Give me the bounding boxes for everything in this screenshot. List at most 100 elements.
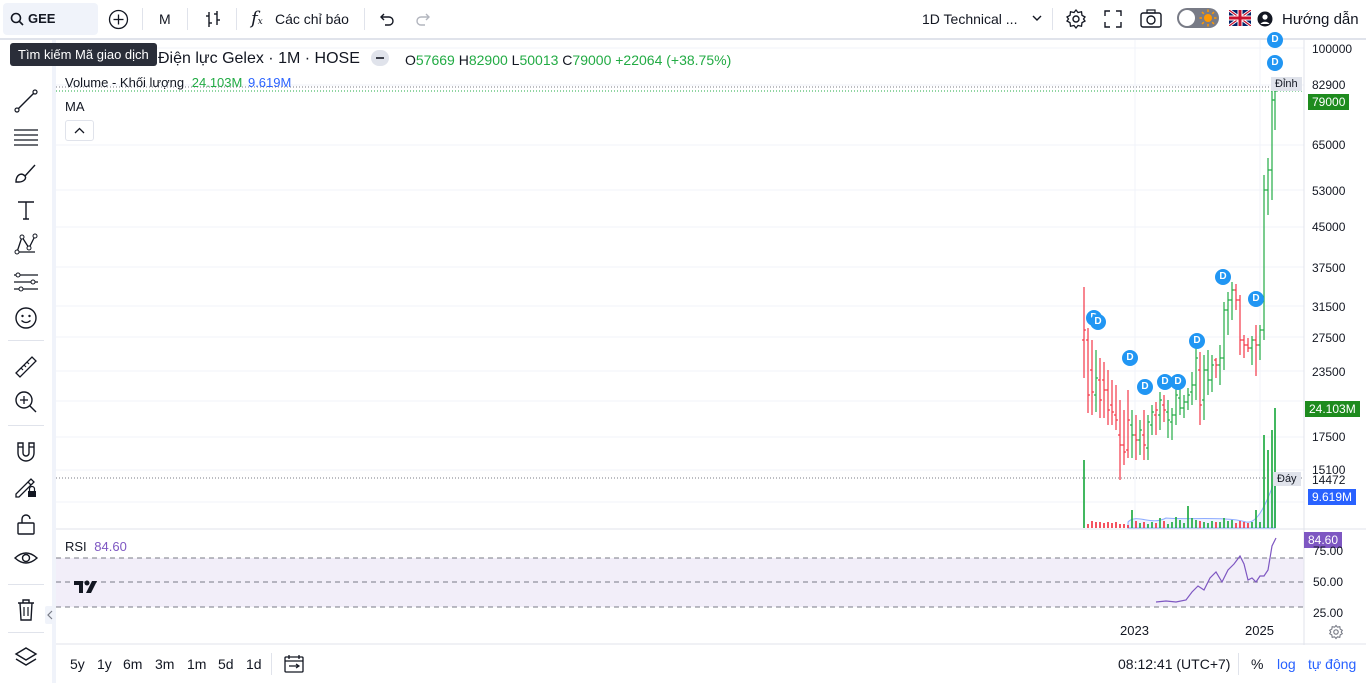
bar-chart-type-icon[interactable] <box>203 9 223 29</box>
dividend-marker[interactable]: D <box>1215 269 1231 285</box>
price-axis-label: 17500 <box>1312 430 1346 444</box>
range-3m-button[interactable]: 3m <box>155 656 174 672</box>
volume-bar <box>1099 522 1101 528</box>
ohlc-bar <box>1210 355 1214 392</box>
object-tree-layers-icon[interactable] <box>13 644 39 670</box>
user-avatar-icon[interactable] <box>1257 11 1273 27</box>
pattern-tool-icon[interactable] <box>13 232 39 258</box>
collapse-toolbar-chevron-icon[interactable] <box>45 606 55 624</box>
ohlc-bar <box>1094 350 1098 412</box>
ohlc-bar <box>1218 345 1222 385</box>
uk-flag-icon[interactable] <box>1229 10 1251 26</box>
trash-icon[interactable] <box>13 597 39 623</box>
rsi-legend[interactable]: RSI 84.60 <box>65 539 127 554</box>
volume-bar <box>1091 521 1093 528</box>
volume-bar <box>1159 518 1161 528</box>
horizontal-lines-tool-icon[interactable] <box>13 124 39 150</box>
volume-bar <box>1255 510 1257 528</box>
ohlc-bar <box>1126 390 1130 458</box>
ohlc-bar <box>1186 388 1190 410</box>
ohlc-legend: O57669 H82900 L50013 C79000 +22064 (+38.… <box>405 52 731 68</box>
volume-bar <box>1171 522 1173 528</box>
lock-icon[interactable] <box>13 511 39 537</box>
high-tag-label: Đỉnh <box>1271 77 1302 91</box>
sun-icon <box>1199 9 1217 27</box>
eye-visibility-icon[interactable] <box>13 545 39 571</box>
chart-settings-gear-icon[interactable] <box>1328 624 1344 640</box>
range-5d-button[interactable]: 5d <box>218 656 234 672</box>
dividend-marker[interactable]: D <box>1267 55 1283 71</box>
lock-drawing-pencil-icon[interactable] <box>13 474 39 500</box>
symbol-title[interactable]: Điện lực Gelex · 1M · HOSE <box>158 50 360 68</box>
volume-legend: Volume - Khối lượng 24.103M 9.619M <box>65 75 291 90</box>
emoji-icon[interactable] <box>13 305 39 331</box>
open-label: O <box>405 52 416 68</box>
ma-legend-label[interactable]: MA <box>65 99 85 114</box>
time-axis-2023: 2023 <box>1120 623 1149 638</box>
ohlc-bar <box>1194 345 1198 400</box>
range-1m-button[interactable]: 1m <box>187 656 206 672</box>
date-range-calendar-icon[interactable] <box>284 654 304 674</box>
ohlc-bar <box>1150 405 1154 435</box>
brush-tool-icon[interactable] <box>13 160 39 186</box>
magnet-icon[interactable] <box>13 439 39 465</box>
trend-line-tool-icon[interactable] <box>13 88 39 114</box>
ohlc-bar <box>1158 392 1162 430</box>
toolbar-separator <box>236 8 237 30</box>
prediction-tool-icon[interactable] <box>13 269 39 295</box>
percent-scale-button[interactable]: % <box>1251 656 1263 672</box>
toolbar-separator <box>271 653 272 675</box>
ohlc-bar <box>1202 355 1206 420</box>
ohlc-bar <box>1214 358 1218 378</box>
redo-icon[interactable] <box>415 10 433 28</box>
dividend-marker[interactable]: D <box>1170 374 1186 390</box>
symbol-label: GEE <box>28 11 56 26</box>
fullscreen-icon[interactable] <box>1104 10 1122 28</box>
price-axis-label: 37500 <box>1312 261 1346 275</box>
volume-ma-area <box>1127 479 1276 529</box>
volume-bar <box>1211 521 1213 528</box>
zoom-in-icon[interactable] <box>13 389 39 415</box>
ohlc-bar <box>1102 362 1106 418</box>
volume-bar <box>1274 408 1276 528</box>
camera-snapshot-icon[interactable] <box>1140 9 1162 29</box>
indicators-fx-icon[interactable]: fx <box>251 8 263 29</box>
dividend-marker[interactable]: D <box>1122 350 1138 366</box>
ohlc-bar <box>1273 87 1277 130</box>
dividend-marker[interactable]: D <box>1267 32 1283 48</box>
settings-gear-icon[interactable] <box>1065 8 1087 30</box>
chevron-down-icon[interactable] <box>1032 14 1042 22</box>
ohlc-bar <box>1206 350 1210 395</box>
toolbar-separator <box>8 425 44 426</box>
range-1d-button[interactable]: 1d <box>246 656 262 672</box>
close-value: 79000 <box>572 52 612 68</box>
clock-timezone[interactable]: 08:12:41 (UTC+7) <box>1118 656 1230 672</box>
ruler-icon[interactable] <box>13 354 39 380</box>
text-tool-icon[interactable] <box>13 197 39 223</box>
volume-bar <box>1167 524 1169 528</box>
range-5y-button[interactable]: 5y <box>70 656 85 672</box>
volume-bar <box>1259 522 1261 528</box>
compare-add-icon[interactable] <box>108 9 129 30</box>
dividend-marker[interactable]: D <box>1137 379 1153 395</box>
range-6m-button[interactable]: 6m <box>123 656 142 672</box>
dividend-marker[interactable]: D <box>1090 314 1106 330</box>
volume-bar <box>1203 522 1205 528</box>
price-chart-canvas[interactable] <box>56 40 1366 645</box>
collapse-legend-button[interactable] <box>65 120 94 141</box>
volume-bar <box>1247 523 1249 528</box>
range-1y-button[interactable]: 1y <box>97 656 112 672</box>
more-options-dots-icon[interactable] <box>371 50 389 66</box>
undo-icon[interactable] <box>377 10 395 28</box>
price-axis-label: 100000 <box>1312 42 1353 56</box>
indicators-button[interactable]: Các chỉ báo <box>275 11 349 27</box>
log-scale-button[interactable]: log <box>1277 656 1296 672</box>
dividend-marker[interactable]: D <box>1248 291 1264 307</box>
volume-bar <box>1147 524 1149 528</box>
ohlc-bar <box>1082 287 1086 378</box>
help-button[interactable]: Hướng dẫn <box>1282 11 1359 28</box>
layout-name-button[interactable]: 1D Technical ... <box>922 11 1017 27</box>
auto-scale-button[interactable]: tự động <box>1308 656 1356 672</box>
dividend-marker[interactable]: D <box>1189 333 1205 349</box>
interval-button[interactable]: M <box>159 11 171 27</box>
